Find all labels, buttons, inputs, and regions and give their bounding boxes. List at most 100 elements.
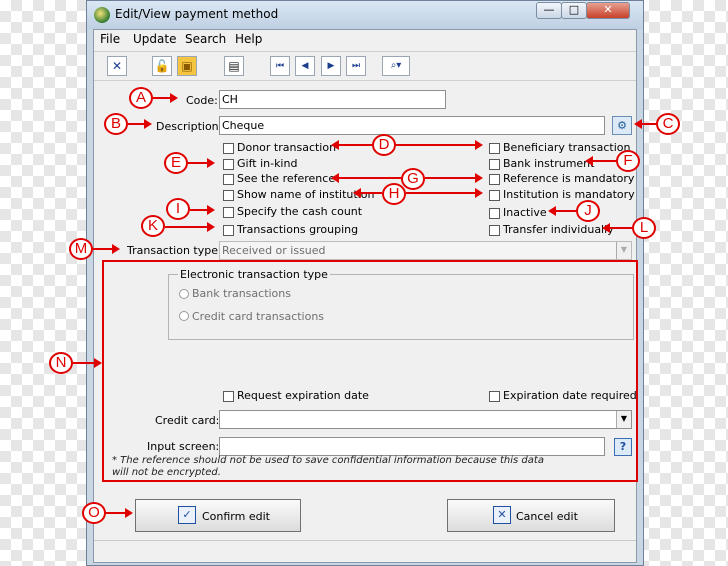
institution-mandatory-label: Institution is mandatory xyxy=(503,188,635,201)
close-x-icon[interactable]: ✕ xyxy=(107,56,127,76)
menu-search[interactable]: Search xyxy=(185,32,226,46)
cash-count-label: Specify the cash count xyxy=(237,205,363,218)
callout-arrowhead xyxy=(112,244,120,254)
toolbar: ✕ 🔓 ▣ ▤ ⏮ ◀ ▶ ⏭ ⌕▾ xyxy=(94,51,636,81)
callout-k: K xyxy=(141,215,165,237)
callout-arrowhead xyxy=(585,156,593,166)
maximize-button[interactable]: □ xyxy=(561,2,587,19)
callout-arrowhead xyxy=(125,508,133,518)
callout-region-box xyxy=(102,260,638,482)
description-input[interactable]: Cheque xyxy=(219,116,605,135)
donor-transaction-label: Donor transaction xyxy=(237,141,337,154)
transaction-type-label: Transaction type: xyxy=(127,244,222,257)
last-record-icon[interactable]: ⏭ xyxy=(346,56,366,76)
show-institution-checkbox[interactable] xyxy=(223,190,234,201)
title-bar[interactable]: Edit/View payment method — □ ✕ xyxy=(87,1,643,29)
callout-c: C xyxy=(656,113,680,135)
callout-arrowhead xyxy=(144,119,152,129)
institution-mandatory-checkbox[interactable] xyxy=(489,190,500,201)
callout-f: F xyxy=(616,150,640,172)
inactive-checkbox[interactable] xyxy=(489,208,500,219)
first-record-icon[interactable]: ⏮ xyxy=(270,56,290,76)
chevron-down-icon[interactable]: ▼ xyxy=(616,242,631,259)
callout-line xyxy=(188,162,208,164)
donor-transaction-checkbox[interactable] xyxy=(223,143,234,154)
callout-line xyxy=(153,97,171,99)
minimize-button[interactable]: — xyxy=(536,2,562,19)
cash-count-checkbox[interactable] xyxy=(223,207,234,218)
next-record-icon[interactable]: ▶ xyxy=(321,56,341,76)
code-input[interactable]: CH xyxy=(219,90,446,109)
callout-arrowhead xyxy=(207,205,215,215)
transfer-individually-checkbox[interactable] xyxy=(489,225,500,236)
callout-line xyxy=(592,160,616,162)
gift-in-kind-checkbox[interactable] xyxy=(223,159,234,170)
menu-bar: File Update Search Help xyxy=(94,30,636,49)
callout-line xyxy=(360,192,382,194)
confirm-edit-label: Confirm edit xyxy=(202,510,270,523)
print-icon[interactable]: ▤ xyxy=(224,56,244,76)
callout-line xyxy=(106,512,126,514)
code-label: Code: xyxy=(186,94,218,107)
callout-arrowhead xyxy=(548,206,556,216)
transaction-type-select[interactable]: Received or issued ▼ xyxy=(219,241,632,260)
transaction-type-value: Received or issued xyxy=(222,244,326,257)
beneficiary-transaction-label: Beneficiary transaction xyxy=(503,141,631,154)
callout-line xyxy=(609,227,632,229)
search-options-icon[interactable]: ⌕▾ xyxy=(382,56,410,76)
callout-j: J xyxy=(576,200,600,222)
cancel-x-icon: ✕ xyxy=(493,506,511,524)
previous-record-icon[interactable]: ◀ xyxy=(295,56,315,76)
callout-line xyxy=(128,123,145,125)
app-icon xyxy=(94,7,110,23)
menu-update[interactable]: Update xyxy=(133,32,176,46)
callout-arrowhead xyxy=(94,358,102,368)
menu-help[interactable]: Help xyxy=(235,32,262,46)
callout-b: B xyxy=(104,113,128,135)
menu-file[interactable]: File xyxy=(100,32,120,46)
callout-arrowhead xyxy=(602,223,610,233)
callout-line xyxy=(406,192,476,194)
callout-line xyxy=(93,248,113,250)
callout-d: D xyxy=(372,134,396,156)
bank-instrument-checkbox[interactable] xyxy=(489,159,500,170)
callout-l: L xyxy=(632,217,656,239)
description-label: Description: xyxy=(156,120,223,133)
callout-arrowhead xyxy=(331,173,339,183)
see-reference-label: See the reference xyxy=(237,172,336,185)
callout-i: I xyxy=(166,198,190,220)
callout-arrowhead xyxy=(331,140,339,150)
transfer-individually-label: Transfer individually xyxy=(503,223,614,236)
callout-arrowhead xyxy=(634,119,642,129)
callout-line xyxy=(425,177,476,179)
status-bar xyxy=(94,540,636,563)
callout-line xyxy=(641,123,656,125)
checkmark-icon: ✓ xyxy=(178,506,196,524)
window-title: Edit/View payment method xyxy=(115,7,279,21)
reference-mandatory-checkbox[interactable] xyxy=(489,174,500,185)
callout-arrowhead xyxy=(475,140,483,150)
cancel-edit-label: Cancel edit xyxy=(516,510,578,523)
reference-mandatory-label: Reference is mandatory xyxy=(503,172,635,185)
beneficiary-transaction-checkbox[interactable] xyxy=(489,143,500,154)
callout-e: E xyxy=(164,152,188,174)
callout-arrowhead xyxy=(475,188,483,198)
callout-a: A xyxy=(129,87,153,109)
save-disk-icon[interactable]: ▣ xyxy=(177,56,197,76)
close-window-button[interactable]: ✕ xyxy=(586,2,630,19)
translate-icon[interactable]: ⚙ xyxy=(612,116,632,135)
see-reference-checkbox[interactable] xyxy=(223,174,234,185)
bank-instrument-label: Bank instrument xyxy=(503,157,595,170)
callout-arrowhead xyxy=(475,173,483,183)
callout-line xyxy=(396,144,476,146)
callout-line xyxy=(73,362,95,364)
gift-in-kind-label: Gift in-kind xyxy=(237,157,298,170)
unlock-icon[interactable]: 🔓 xyxy=(152,56,172,76)
callout-line xyxy=(338,144,372,146)
callout-arrowhead xyxy=(207,222,215,232)
confirm-edit-button[interactable]: ✓ Confirm edit xyxy=(135,499,301,532)
transactions-grouping-checkbox[interactable] xyxy=(223,225,234,236)
cancel-edit-button[interactable]: ✕ Cancel edit xyxy=(447,499,615,532)
callout-line xyxy=(555,210,576,212)
callout-arrowhead xyxy=(207,158,215,168)
